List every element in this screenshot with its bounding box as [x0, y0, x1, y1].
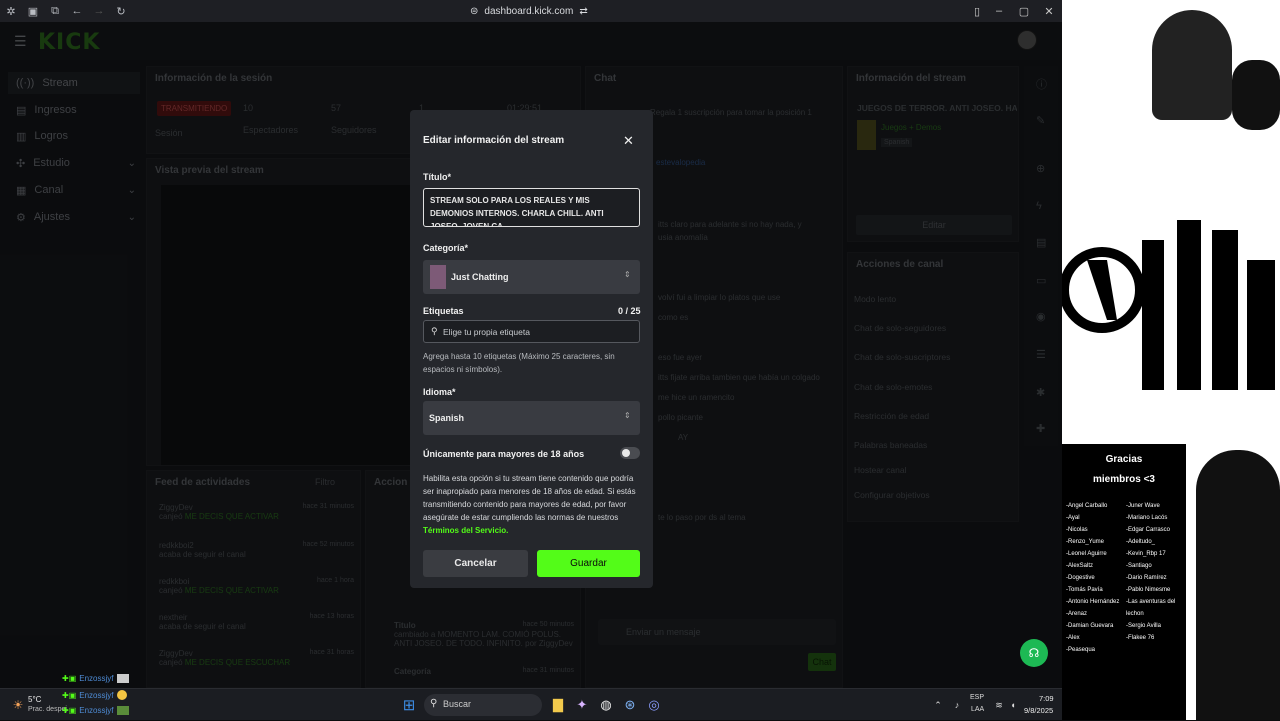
- language-select[interactable]: Spanish ⇕: [423, 401, 640, 435]
- sidebar-toggle-icon[interactable]: ▣: [22, 0, 44, 22]
- mod-badge-icon: ✚▣: [62, 690, 77, 700]
- language-field-label: Idioma*: [423, 387, 456, 397]
- minimize-button[interactable]: –: [987, 0, 1011, 22]
- wifi-icon[interactable]: ≋: [992, 689, 1006, 721]
- overlay-chat-line: ✚▣ Enzossjyf: [62, 674, 129, 683]
- file-explorer-icon[interactable]: ▇: [548, 689, 568, 721]
- save-button[interactable]: Guardar: [537, 550, 640, 577]
- help-chat-button[interactable]: ☊: [1020, 639, 1048, 667]
- address-bar[interactable]: ⊜ dashboard.kick.com ⇄: [470, 3, 610, 19]
- toggle-knob: [622, 449, 630, 457]
- windows-start-icon[interactable]: ⊞: [398, 689, 420, 721]
- overlay-chat-line: ✚▣ Enzossjyf: [62, 706, 129, 715]
- search-icon: ⚲: [431, 326, 438, 336]
- edit-stream-modal: Editar información del stream ✕ Título* …: [410, 110, 653, 588]
- tags-field-label: Etiquetas: [423, 306, 464, 316]
- modal-title: Editar información del stream: [423, 135, 565, 146]
- tags-input[interactable]: ⚲ Elige tu propia etiqueta: [423, 320, 640, 343]
- webcam-face: [1196, 450, 1280, 720]
- tags-placeholder: Elige tu propia etiqueta: [443, 327, 530, 337]
- language-value: Spanish: [429, 413, 465, 423]
- weather-temp: 5°C: [28, 695, 42, 704]
- webcam-overlay: Gracias miembros <3 -Angel Carballo -Ayal…: [1062, 0, 1280, 720]
- thanks-subtitle: miembros <3: [1093, 474, 1155, 485]
- site-info-icon: ⊜: [470, 5, 479, 17]
- reload-icon[interactable]: ↻: [110, 0, 132, 22]
- browser-toolbar: ✲ ▣ ⧉ ← → ↻ ⊜ dashboard.kick.com ⇄ ▯ – ▢…: [0, 0, 1062, 22]
- browser-icon[interactable]: ◍: [596, 689, 616, 721]
- url-text: dashboard.kick.com: [484, 5, 574, 17]
- taskbar: ☀ 5°C Prac. despej ⊞ ⚲ Buscar ▇ ✦ ◍ ⊛ ◎ …: [0, 688, 1062, 720]
- lambda-shape: [1087, 260, 1117, 320]
- tabs-icon[interactable]: ⧉: [44, 0, 66, 22]
- title-field-label: Título*: [423, 172, 451, 182]
- silhouette: [1247, 260, 1275, 390]
- search-icon: ⚲: [430, 698, 438, 709]
- close-window-button[interactable]: ✕: [1037, 0, 1061, 22]
- discord-icon[interactable]: ◎: [644, 689, 664, 721]
- members-list-left: -Angel Carballo -Ayal -Nicolas -Renzo_Yume -…: [1066, 503, 1120, 653]
- extensions-icon[interactable]: ✲: [0, 0, 22, 22]
- mod-badge-icon: ✚▣: [62, 674, 77, 683]
- emote-icon: [116, 674, 129, 683]
- input-language[interactable]: ESP: [970, 694, 984, 701]
- webcam-person: [1152, 10, 1232, 120]
- category-field-label: Categoría*: [423, 243, 469, 253]
- microphone-icon[interactable]: ♪: [950, 689, 964, 721]
- category-select[interactable]: Just Chatting ⇕: [423, 260, 640, 294]
- overlay-chat-user: Enzossjyf: [79, 674, 114, 683]
- share-icon: ⇄: [579, 5, 588, 17]
- clock-date[interactable]: 9/8/2025: [1024, 706, 1053, 715]
- cancel-button[interactable]: Cancelar: [423, 550, 528, 577]
- adult-help-text: Habilita esta opción si tu stream tiene …: [423, 474, 636, 522]
- tags-help-text: Agrega hasta 10 etiquetas (Máximo 25 car…: [423, 352, 615, 374]
- overlay-chat-user: Enzossjyf: [79, 706, 114, 715]
- adult-toggle[interactable]: [620, 447, 640, 459]
- members-list-right: -Juner Wave -Mariano Lacós -Edgar Carrasco…: [1126, 503, 1176, 641]
- tags-counter: 0 / 25: [618, 306, 641, 316]
- collections-icon[interactable]: ▯: [965, 0, 989, 22]
- silhouette: [1212, 230, 1238, 390]
- keyboard-layout: LAA: [971, 706, 985, 713]
- title-input[interactable]: STREAM SOLO PARA LOS REALES Y MIS DEMONI…: [423, 188, 640, 227]
- thanks-box: Gracias miembros <3 -Angel Carballo -Ayal…: [1062, 444, 1186, 720]
- forward-icon[interactable]: →: [88, 0, 110, 22]
- mod-badge-icon: ✚▣: [62, 706, 77, 715]
- app-icon[interactable]: ✦: [572, 689, 592, 721]
- adult-toggle-label: Únicamente para mayores de 18 años: [423, 449, 585, 459]
- evolution-graphic: [1062, 220, 1275, 390]
- terms-link[interactable]: Términos del Servicio.: [423, 526, 508, 535]
- steam-icon[interactable]: ⊛: [620, 689, 640, 721]
- back-icon[interactable]: ←: [66, 0, 88, 22]
- thanks-title: Gracias: [1105, 454, 1143, 465]
- silhouette: [1142, 240, 1164, 390]
- taskbar-search[interactable]: ⚲ Buscar: [424, 694, 542, 716]
- clock-time[interactable]: 7:09: [1039, 694, 1054, 703]
- category-thumbnail: [430, 265, 446, 289]
- taskbar-search-placeholder: Buscar: [443, 699, 472, 709]
- close-icon[interactable]: ✕: [623, 133, 634, 149]
- select-arrows-icon: ⇕: [624, 270, 631, 279]
- silhouette: [1177, 220, 1201, 390]
- weather-icon[interactable]: ☀: [8, 689, 28, 721]
- maximize-button[interactable]: ▢: [1012, 0, 1036, 22]
- tray-chevron-icon[interactable]: ⌃: [930, 689, 946, 721]
- webcam-dog: [1232, 60, 1280, 130]
- volume-icon[interactable]: ◖: [1006, 689, 1020, 721]
- select-arrows-icon: ⇕: [624, 411, 631, 420]
- overlay-chat-line: ✚▣ Enzossjyf: [62, 690, 127, 700]
- emote-icon: [116, 690, 127, 700]
- overlay-chat-user: Enzossjyf: [79, 690, 114, 700]
- emote-icon: [116, 706, 129, 715]
- category-value: Just Chatting: [451, 272, 509, 282]
